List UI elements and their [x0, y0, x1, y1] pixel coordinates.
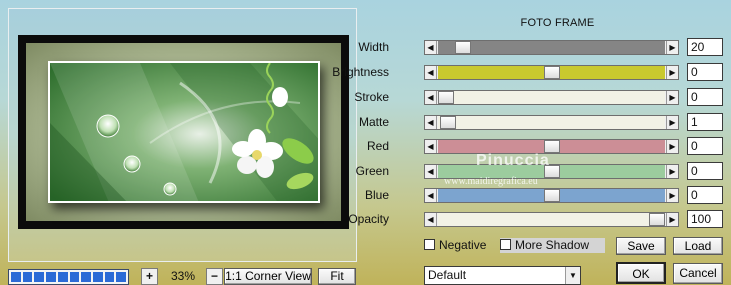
- slider-track[interactable]: [438, 213, 665, 226]
- red-value[interactable]: 0: [687, 137, 723, 155]
- arrow-left-icon[interactable]: ◀: [425, 91, 437, 104]
- more-shadow-checkbox[interactable]: More Shadow: [500, 238, 605, 253]
- progress-segment: [81, 272, 91, 282]
- progress-segment: [57, 272, 68, 282]
- preset-dropdown[interactable]: Default ▼: [424, 266, 581, 285]
- arrow-left-icon[interactable]: ◀: [425, 116, 437, 129]
- blue-value[interactable]: 0: [687, 186, 723, 204]
- green-label: Green: [355, 164, 389, 178]
- arrow-left-icon[interactable]: ◀: [425, 66, 437, 79]
- progress-segment: [22, 272, 33, 282]
- progress-segment: [46, 272, 56, 282]
- slider-thumb[interactable]: [454, 41, 471, 54]
- zoom-level: 33%: [170, 269, 196, 283]
- arrow-left-icon[interactable]: ◀: [425, 41, 437, 54]
- progress-segment: [92, 272, 103, 282]
- width-label: Width: [358, 40, 389, 54]
- ok-button[interactable]: OK: [616, 262, 666, 284]
- chevron-down-icon[interactable]: ▼: [565, 267, 580, 284]
- stroke-label: Stroke: [354, 90, 389, 104]
- arrow-right-icon[interactable]: ▶: [666, 66, 678, 79]
- slider-row-green: Green ◀ ▶ 0: [0, 162, 731, 180]
- arrow-right-icon[interactable]: ▶: [666, 189, 678, 202]
- brightness-slider[interactable]: ◀ ▶: [424, 65, 679, 80]
- slider-track[interactable]: [438, 66, 665, 79]
- slider-thumb[interactable]: [649, 213, 665, 226]
- slider-track[interactable]: [438, 189, 665, 202]
- zoom-out-button[interactable]: −: [206, 268, 223, 285]
- blue-label: Blue: [364, 188, 389, 202]
- negative-checkbox[interactable]: Negative: [424, 238, 486, 253]
- slider-thumb[interactable]: [440, 116, 457, 129]
- progress-segment: [11, 272, 21, 282]
- blue-slider[interactable]: ◀ ▶: [424, 188, 679, 203]
- preview-progress-bar: [8, 269, 129, 285]
- matte-value[interactable]: 1: [687, 113, 723, 131]
- brightness-label: Brightness: [332, 65, 389, 79]
- progress-segment: [116, 272, 127, 282]
- matte-label: Matte: [358, 115, 389, 129]
- arrow-left-icon[interactable]: ◀: [425, 165, 437, 178]
- arrow-left-icon[interactable]: ◀: [425, 189, 437, 202]
- watermark-url: www.maidiregrafica.eu: [444, 176, 538, 187]
- fit-button[interactable]: Fit: [318, 268, 356, 285]
- stroke-slider[interactable]: ◀ ▶: [424, 90, 679, 105]
- slider-row-blue: Blue ◀ ▶ 0: [0, 186, 731, 204]
- checkbox-icon[interactable]: [500, 239, 511, 250]
- watermark-name: Pinuccia: [476, 152, 550, 169]
- slider-row-stroke: Stroke ◀ ▶ 0: [0, 88, 731, 106]
- arrow-right-icon[interactable]: ▶: [666, 116, 678, 129]
- progress-segment: [34, 272, 45, 282]
- slider-thumb[interactable]: [438, 91, 454, 104]
- slider-row-matte: Matte ◀ ▶ 1: [0, 113, 731, 131]
- corner-view-button[interactable]: 1:1 Corner View: [224, 268, 312, 285]
- slider-row-opacity: Opacity ◀ ▶ 100: [0, 210, 731, 228]
- save-button[interactable]: Save: [616, 237, 666, 255]
- preset-value: Default: [428, 268, 467, 282]
- red-label: Red: [366, 139, 389, 153]
- arrow-right-icon[interactable]: ▶: [666, 41, 678, 54]
- arrow-right-icon[interactable]: ▶: [666, 140, 678, 153]
- width-slider[interactable]: ◀ ▶: [424, 40, 679, 55]
- opacity-slider[interactable]: ◀ ▶: [424, 212, 679, 227]
- opacity-value[interactable]: 100: [687, 210, 723, 228]
- slider-row-brightness: Brightness ◀ ▶ 0: [0, 63, 731, 81]
- arrow-left-icon[interactable]: ◀: [425, 213, 437, 226]
- load-button[interactable]: Load: [673, 237, 723, 255]
- slider-row-width: Width ◀ ▶ 20: [0, 38, 731, 56]
- stroke-value[interactable]: 0: [687, 88, 723, 106]
- brightness-value[interactable]: 0: [687, 63, 723, 81]
- opacity-label: Opacity: [348, 212, 389, 226]
- zoom-in-button[interactable]: +: [141, 268, 158, 285]
- dialog-title: FOTO FRAME: [520, 17, 595, 29]
- green-value[interactable]: 0: [687, 162, 723, 180]
- progress-segment: [69, 272, 80, 282]
- negative-label: Negative: [439, 238, 487, 252]
- slider-track[interactable]: [438, 116, 665, 129]
- slider-thumb[interactable]: [543, 66, 560, 79]
- slider-track[interactable]: [438, 91, 665, 104]
- checkbox-icon[interactable]: [424, 239, 435, 250]
- preview-image: [48, 61, 320, 203]
- more-shadow-label: More Shadow: [515, 238, 590, 252]
- progress-segment: [104, 272, 115, 282]
- slider-track[interactable]: [438, 41, 665, 54]
- slider-thumb[interactable]: [543, 189, 560, 202]
- arrow-right-icon[interactable]: ▶: [666, 213, 678, 226]
- flower-artwork: [50, 63, 318, 201]
- arrow-right-icon[interactable]: ▶: [666, 91, 678, 104]
- width-value[interactable]: 20: [687, 38, 723, 56]
- matte-slider[interactable]: ◀ ▶: [424, 115, 679, 130]
- arrow-right-icon[interactable]: ▶: [666, 165, 678, 178]
- slider-row-red: Red ◀ ▶ 0: [0, 137, 731, 155]
- arrow-left-icon[interactable]: ◀: [425, 140, 437, 153]
- cancel-button[interactable]: Cancel: [673, 263, 723, 284]
